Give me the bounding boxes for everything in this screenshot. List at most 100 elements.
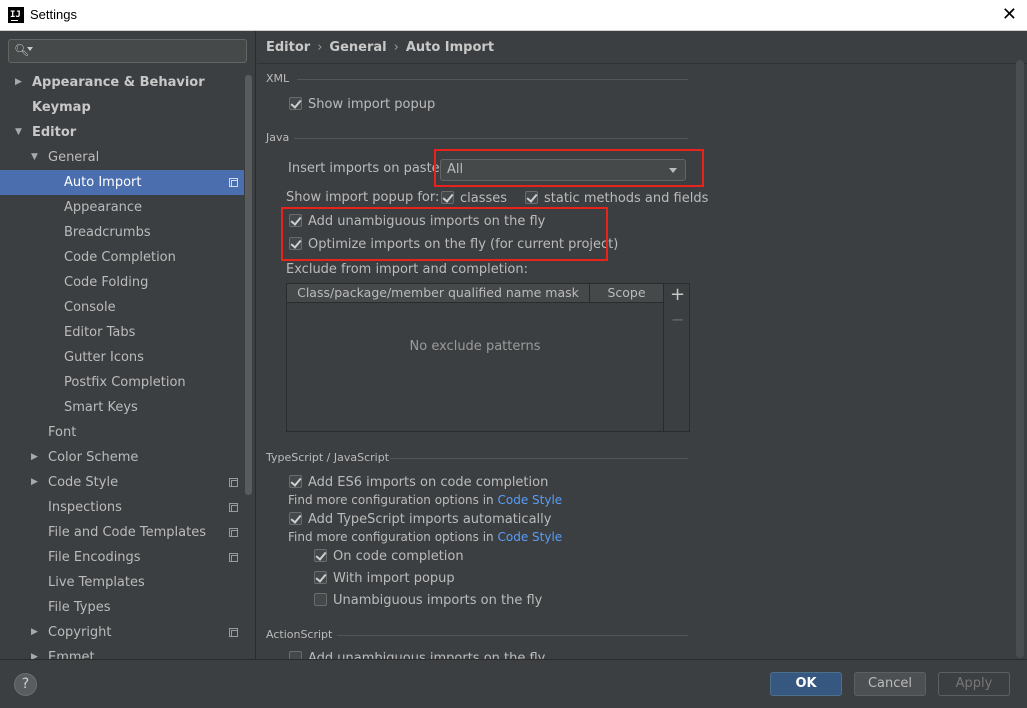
sidebar-item-label: Appearance & Behavior xyxy=(32,75,205,90)
search-input[interactable] xyxy=(37,42,242,60)
settings-sidebar: 🔍︎ ▶ Appearance & Behavior Keymap ▼ Editor ▼ G… xyxy=(0,31,256,659)
sidebar-item-code-style[interactable]: ▶ Code Style xyxy=(0,470,244,495)
sidebar-item-keymap[interactable]: Keymap xyxy=(0,95,244,120)
project-scope-icon xyxy=(229,478,238,487)
sidebar-item-file-encodings[interactable]: File Encodings xyxy=(0,545,244,570)
sidebar-item-label: Emmet xyxy=(48,650,95,659)
add-icon[interactable]: + xyxy=(670,286,685,304)
intellij-logo-icon: IJ xyxy=(8,7,24,23)
sidebar-item-postfix-completion[interactable]: Postfix Completion xyxy=(0,370,244,395)
column-header-mask[interactable]: Class/package/member qualified name mask xyxy=(287,284,590,303)
sidebar-item-label: Inspections xyxy=(48,500,122,515)
typescript-auto-imports-checkbox[interactable]: Add TypeScript imports automatically xyxy=(289,511,551,529)
sidebar-item-code-folding[interactable]: Code Folding xyxy=(0,270,244,295)
sidebar-item-gutter-icons[interactable]: Gutter Icons xyxy=(0,345,244,370)
sidebar-item-copyright[interactable]: ▶ Copyright xyxy=(0,620,244,645)
cancel-button[interactable]: Cancel xyxy=(854,672,926,696)
checkbox-label: Unambiguous imports on the fly xyxy=(333,593,543,608)
breadcrumb-auto-import: Auto Import xyxy=(405,40,495,55)
code-style-link[interactable]: Code Style xyxy=(498,493,563,507)
breadcrumb-editor[interactable]: Editor xyxy=(266,40,310,55)
sidebar-item-font[interactable]: Font xyxy=(0,420,244,445)
column-header-scope[interactable]: Scope xyxy=(590,284,663,303)
section-divider xyxy=(297,79,688,80)
search-dropdown-caret-icon[interactable] xyxy=(27,47,33,51)
breadcrumb: Editor › General › Auto Import xyxy=(266,40,494,55)
checkbox-checked-icon[interactable] xyxy=(289,96,302,110)
apply-button[interactable]: Apply xyxy=(938,672,1010,696)
find-more-hint: Find more configuration options in Code … xyxy=(288,493,562,507)
sidebar-item-auto-import[interactable]: Auto Import xyxy=(0,170,244,195)
checkbox-checked-icon[interactable] xyxy=(289,511,302,525)
sidebar-item-label: Keymap xyxy=(32,100,91,115)
sidebar-item-label: Appearance xyxy=(64,200,143,215)
checkbox-label: On code completion xyxy=(333,549,464,564)
sidebar-item-file-types[interactable]: File Types xyxy=(0,595,244,620)
sidebar-item-label: Code Completion xyxy=(64,250,176,265)
sidebar-scrollbar[interactable] xyxy=(245,75,252,495)
highlight-box-insert-imports xyxy=(434,149,704,187)
classes-checkbox[interactable]: classes xyxy=(441,190,507,208)
code-style-link[interactable]: Code Style xyxy=(498,530,563,544)
sidebar-item-code-completion[interactable]: Code Completion xyxy=(0,245,244,270)
dialog-button-bar: ? OK Cancel Apply xyxy=(0,659,1027,708)
actionscript-unambiguous-checkbox[interactable]: Add unambiguous imports on the fly xyxy=(289,650,545,659)
es6-imports-checkbox[interactable]: Add ES6 imports on code completion xyxy=(289,474,548,492)
sidebar-item-editor[interactable]: ▼ Editor xyxy=(0,120,244,145)
on-code-completion-checkbox[interactable]: On code completion xyxy=(314,548,464,566)
checkbox-checked-icon[interactable] xyxy=(289,474,302,488)
sidebar-item-general[interactable]: ▼ General xyxy=(0,145,244,170)
unambiguous-imports-checkbox[interactable]: Unambiguous imports on the fly xyxy=(314,592,542,610)
section-divider xyxy=(337,635,688,636)
sidebar-item-file-and-code-templates[interactable]: File and Code Templates xyxy=(0,520,244,545)
checkbox-label: Add ES6 imports on code completion xyxy=(308,475,549,490)
project-scope-icon xyxy=(229,553,238,562)
sidebar-item-label: Console xyxy=(64,300,116,315)
checkbox-label: Add unambiguous imports on the fly xyxy=(308,651,546,659)
help-icon[interactable]: ? xyxy=(14,673,37,696)
table-toolbar: + − xyxy=(664,283,690,432)
collapsed-arrow-icon[interactable]: ▶ xyxy=(31,445,38,470)
collapsed-arrow-icon[interactable]: ▶ xyxy=(15,70,22,95)
hint-text: Find more configuration options in xyxy=(288,493,494,507)
sidebar-item-appearance[interactable]: Appearance xyxy=(0,195,244,220)
collapsed-arrow-icon[interactable]: ▶ xyxy=(31,620,38,645)
section-divider xyxy=(294,138,688,139)
ok-button[interactable]: OK xyxy=(770,672,842,696)
expanded-arrow-icon[interactable]: ▼ xyxy=(31,145,38,170)
breadcrumb-general[interactable]: General xyxy=(329,40,386,55)
checkbox-checked-icon[interactable] xyxy=(441,190,454,204)
sidebar-item-editor-tabs[interactable]: Editor Tabs xyxy=(0,320,244,345)
static-methods-checkbox[interactable]: static methods and fields xyxy=(525,190,708,208)
checkbox-checked-icon[interactable] xyxy=(314,570,327,584)
sidebar-item-console[interactable]: Console xyxy=(0,295,244,320)
checkbox-checked-icon[interactable] xyxy=(525,190,538,204)
sidebar-item-appearance-behavior[interactable]: ▶ Appearance & Behavior xyxy=(0,70,244,95)
breadcrumb-separator: › xyxy=(317,40,323,55)
collapsed-arrow-icon[interactable]: ▶ xyxy=(31,645,38,659)
sidebar-item-live-templates[interactable]: Live Templates xyxy=(0,570,244,595)
sidebar-item-label: Code Folding xyxy=(64,275,149,290)
expanded-arrow-icon[interactable]: ▼ xyxy=(15,120,22,145)
sidebar-item-color-scheme[interactable]: ▶ Color Scheme xyxy=(0,445,244,470)
content-scrollbar[interactable] xyxy=(1016,60,1024,658)
settings-search-box[interactable]: 🔍︎ xyxy=(8,39,247,63)
close-icon[interactable]: ✕ xyxy=(1002,4,1017,25)
sidebar-item-emmet[interactable]: ▶ Emmet xyxy=(0,645,244,659)
section-divider xyxy=(390,458,688,459)
checkbox-label: Add TypeScript imports automatically xyxy=(308,512,552,527)
window-title: Settings xyxy=(30,7,77,22)
sidebar-item-smart-keys[interactable]: Smart Keys xyxy=(0,395,244,420)
xml-show-import-popup-checkbox[interactable]: Show import popup xyxy=(289,96,435,114)
sidebar-item-label: Live Templates xyxy=(48,575,145,590)
collapsed-arrow-icon[interactable]: ▶ xyxy=(31,470,38,495)
section-title-actionscript: ActionScript xyxy=(266,628,333,641)
with-import-popup-checkbox[interactable]: With import popup xyxy=(314,570,455,588)
checkbox-checked-icon[interactable] xyxy=(314,548,327,562)
sidebar-item-breadcrumbs[interactable]: Breadcrumbs xyxy=(0,220,244,245)
exclude-patterns-table[interactable]: Class/package/member qualified name mask… xyxy=(286,283,664,432)
checkbox-unchecked-icon[interactable] xyxy=(289,650,302,659)
table-header: Class/package/member qualified name mask… xyxy=(287,284,663,303)
sidebar-item-inspections[interactable]: Inspections xyxy=(0,495,244,520)
checkbox-unchecked-icon[interactable] xyxy=(314,592,327,606)
